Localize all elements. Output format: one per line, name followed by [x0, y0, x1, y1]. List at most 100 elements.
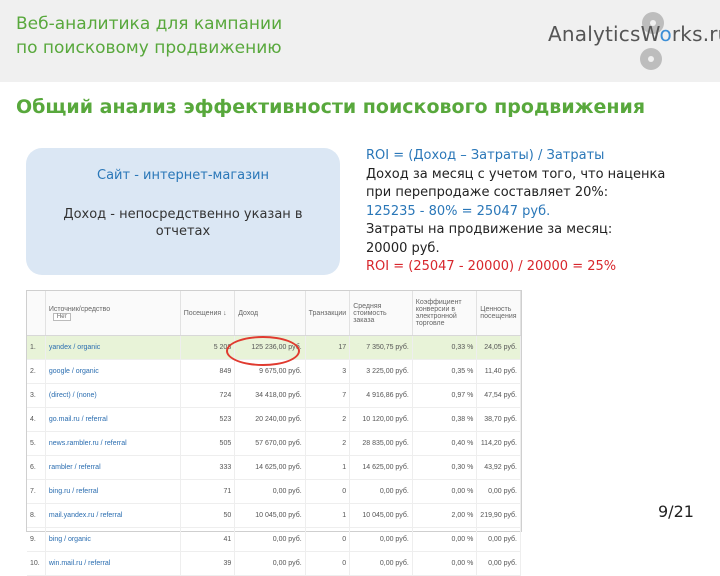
table-cell: 0,33 % — [412, 335, 478, 360]
header-title-line1: Веб-аналитика для кампании — [16, 14, 283, 34]
analytics-table-screenshot: Источник/средство Нет Посещения ↓ Доход Т… — [26, 290, 522, 576]
table-cell: 0,00 руб. — [349, 479, 413, 504]
table-cell: 0,00 руб. — [476, 551, 521, 576]
table-row: 4. go.mail.ru / referral 523 20 240,00 руб.… — [27, 407, 521, 432]
calc-income-value: 125235 - 80% = 25047 руб. — [366, 203, 551, 219]
table-cell-source[interactable]: news.rambler.ru / referral — [45, 431, 181, 456]
table-cell: 0 — [305, 551, 351, 576]
table-cell: 724 — [180, 383, 236, 408]
table-cell: 47,54 руб. — [476, 383, 521, 408]
col-header-avg-order[interactable]: Средняя стоимость заказа — [349, 291, 413, 336]
page-number: 9/21 — [658, 502, 694, 521]
table-cell: 10 120,00 руб. — [349, 407, 413, 432]
table-cell: 1 — [305, 455, 351, 480]
table-cell: 4 916,86 руб. — [349, 383, 413, 408]
table-cell-source[interactable]: bing.ru / referral — [45, 479, 181, 504]
calc-text-line: Доход за месяц с учетом того, что наценк… — [366, 166, 666, 182]
highlight-ellipse — [226, 336, 300, 366]
analyticsworks-logo: AnalyticsWorks.ru — [548, 22, 720, 46]
table-cell: 0 — [305, 479, 351, 504]
filter-select[interactable]: Нет — [52, 312, 72, 321]
table-cell: 57 670,00 руб. — [234, 431, 306, 456]
table-cell: 2 — [305, 407, 351, 432]
table-cell: 0,35 % — [412, 359, 478, 384]
table-cell-source[interactable]: go.mail.ru / referral — [45, 407, 181, 432]
col-header — [27, 291, 46, 336]
analytics-table: Источник/средство Нет Посещения ↓ Доход Т… — [27, 291, 521, 576]
header-bar: Веб-аналитика для кампании по поисковому… — [0, 0, 720, 82]
col-header-transactions[interactable]: Транзакции — [305, 291, 351, 336]
table-cell: 1. — [27, 335, 46, 360]
table-cell: 523 — [180, 407, 236, 432]
table-cell: 0,00 руб. — [476, 479, 521, 504]
table-row: 6. rambler / referral 333 14 625,00 руб. 1 14… — [27, 455, 521, 480]
table-cell: 14 625,00 руб. — [349, 455, 413, 480]
header-title-line2: по поисковому продвижению — [16, 38, 282, 58]
table-cell: 6. — [27, 455, 46, 480]
table-cell: 0,00 руб. — [234, 479, 306, 504]
table-cell: 333 — [180, 455, 236, 480]
col-header-source: Источник/средство Нет — [45, 291, 181, 336]
table-cell: 4. — [27, 407, 46, 432]
table-cell: 0,97 % — [412, 383, 478, 408]
table-cell: 14 625,00 руб. — [234, 455, 306, 480]
table-cell: 11,40 руб. — [476, 359, 521, 384]
table-cell-source[interactable]: (direct) / (none) — [45, 383, 181, 408]
table-cell: 0,00 % — [412, 551, 478, 576]
info-box-site: Сайт - интернет-магазин — [97, 168, 269, 183]
table-cell: 849 — [180, 359, 236, 384]
table-cell: 0,30 % — [412, 455, 478, 480]
table-cell: 0,00 руб. — [349, 551, 413, 576]
table-cell: 50 — [180, 503, 236, 528]
table-cell: 20 240,00 руб. — [234, 407, 306, 432]
table-cell: 0,40 % — [412, 431, 478, 456]
table-cell-source[interactable]: rambler / referral — [45, 455, 181, 480]
table-cell: 2. — [27, 359, 46, 384]
table-cell: 24,05 руб. — [476, 335, 521, 360]
table-cell: 10 045,00 руб. — [349, 503, 413, 528]
table-cell: 3. — [27, 383, 46, 408]
roi-calculation: ROI = (Доход – Затраты) / Затраты Доход … — [366, 147, 716, 277]
table-cell-source[interactable]: win.mail.ru / referral — [45, 551, 181, 576]
calc-text-line: при перепродаже составляет 20%: — [366, 185, 609, 200]
table-row: 10. win.mail.ru / referral 39 0,00 руб. 0 0,0… — [27, 551, 521, 576]
table-cell: 0,00 % — [412, 479, 478, 504]
calc-cost-value: 20000 руб. — [366, 240, 440, 256]
table-cell: 7 350,75 руб. — [349, 335, 413, 360]
table-cell-source[interactable]: yandex / organic — [45, 335, 181, 360]
table-cell: 17 — [305, 335, 351, 360]
table-row: 5. news.rambler.ru / referral 505 57 670,00… — [27, 431, 521, 456]
table-header-row: Источник/средство Нет Посещения ↓ Доход Т… — [27, 291, 521, 336]
table-cell: 10. — [27, 551, 46, 576]
table-cell: 43,92 руб. — [476, 455, 521, 480]
table-cell: 505 — [180, 431, 236, 456]
col-header-conversion[interactable]: Коэффициент конверсии в электронной торг… — [412, 291, 478, 336]
table-cell: 10 045,00 руб. — [234, 503, 306, 528]
table-cell: 2,00 % — [412, 503, 478, 528]
table-cell: 2 — [305, 431, 351, 456]
table-cell: 219,90 руб. — [476, 503, 521, 528]
table-row: 8. mail.yandex.ru / referral 50 10 045,00 р… — [27, 503, 521, 528]
info-box-income: Доход - непосредственно указан в отчетах — [63, 207, 303, 239]
table-cell: 34 418,00 руб. — [234, 383, 306, 408]
table-cell: 114,20 руб. — [476, 431, 521, 456]
table-cell: 0,38 % — [412, 407, 478, 432]
section-title: Общий анализ эффективности поискового пр… — [16, 96, 646, 118]
table-row: 7. bing.ru / referral 71 0,00 руб. 0 0,00 руб… — [27, 479, 521, 504]
col-header-revenue[interactable]: Доход — [234, 291, 306, 336]
table-cell: 1 — [305, 503, 351, 528]
col-header-value[interactable]: Ценность посещения — [476, 291, 521, 336]
roi-formula: ROI = (Доход – Затраты) / Затраты — [366, 148, 605, 163]
roi-result: ROI = (25047 - 20000) / 20000 = 25% — [366, 259, 617, 274]
table-cell: 7 — [305, 383, 351, 408]
table-cell: 7. — [27, 479, 46, 504]
header-title: Веб-аналитика для кампании по поисковому… — [16, 12, 336, 60]
calc-text-line: Затраты на продвижение за месяц: — [366, 222, 613, 237]
table-cell: 0,00 руб. — [234, 551, 306, 576]
table-cell-source[interactable]: mail.yandex.ru / referral — [45, 503, 181, 528]
table-cell: 3 — [305, 359, 351, 384]
col-header-visits[interactable]: Посещения ↓ — [180, 291, 236, 336]
table-cell-source[interactable]: google / organic — [45, 359, 181, 384]
table-cell: 39 — [180, 551, 236, 576]
table-cell: 5. — [27, 431, 46, 456]
